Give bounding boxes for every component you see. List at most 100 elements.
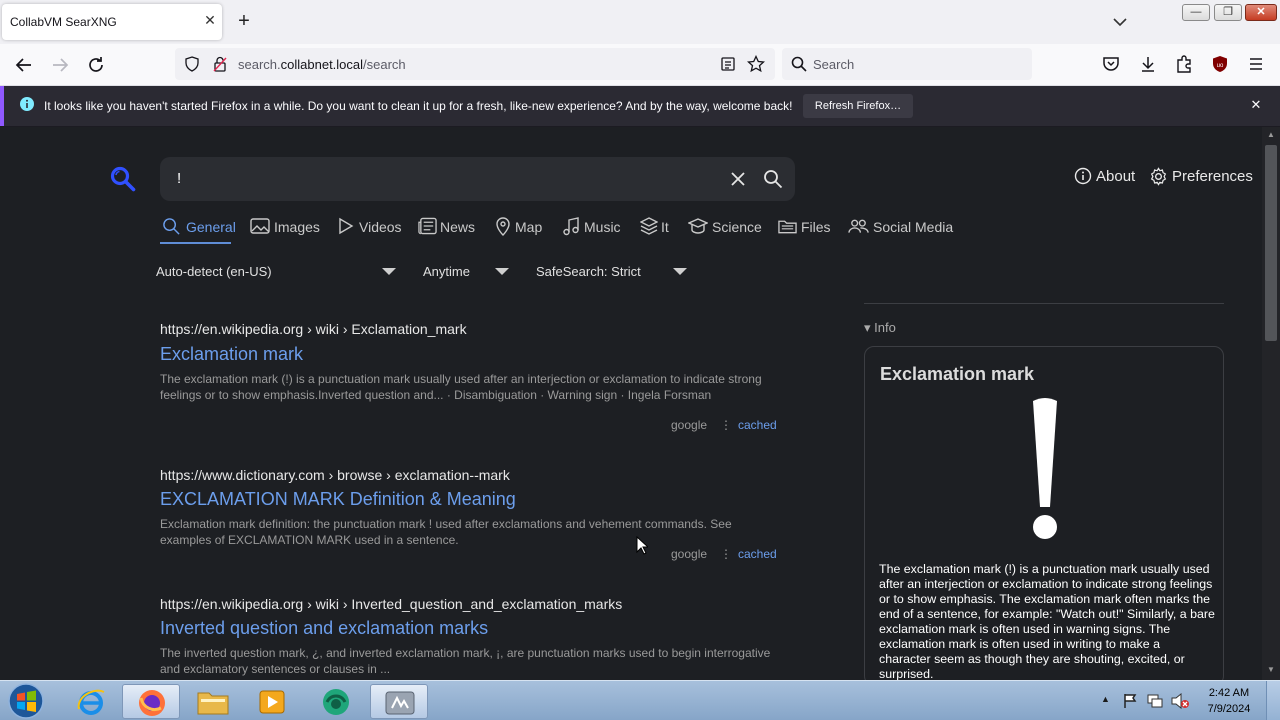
category-label: Music xyxy=(584,219,621,235)
refresh-firefox-button[interactable]: Refresh Firefox… xyxy=(803,94,913,118)
time-range-select[interactable]: Anytime xyxy=(423,264,470,279)
taskbar-app-equation[interactable] xyxy=(370,684,428,719)
pocket-icon[interactable] xyxy=(1102,55,1120,73)
result-url-path: › browse › exclamation--mark xyxy=(324,467,510,483)
cached-link[interactable]: cached xyxy=(738,547,777,561)
result-url[interactable]: https://en.wikipedia.org › wiki › Exclam… xyxy=(160,321,467,337)
query-input[interactable]: ! xyxy=(177,170,181,187)
tab-close-button[interactable]: ✕ xyxy=(200,10,220,30)
tab-title: CollabVM SearXNG xyxy=(10,15,117,29)
clear-query-icon[interactable] xyxy=(730,171,746,187)
ublock-origin-icon[interactable]: uo xyxy=(1211,55,1229,73)
bookmark-star-icon[interactable] xyxy=(747,55,765,73)
people-icon xyxy=(848,219,869,233)
search-icon xyxy=(791,56,807,72)
taskbar-app-green[interactable] xyxy=(308,684,366,719)
taskbar-internet-explorer[interactable] xyxy=(62,684,120,719)
reader-view-icon[interactable] xyxy=(720,56,736,72)
hamburger-menu-icon[interactable] xyxy=(1247,55,1265,73)
windows-start-orb-icon[interactable] xyxy=(6,682,46,720)
url-path: /search xyxy=(363,57,406,72)
firefox-icon xyxy=(139,690,165,716)
reload-icon xyxy=(89,57,103,72)
active-category-indicator xyxy=(160,242,231,244)
scroll-up-arrow-icon[interactable]: ▲ xyxy=(1267,130,1275,139)
chevron-down-icon[interactable] xyxy=(495,268,509,275)
tab-searxng[interactable]: CollabVM SearXNG ✕ xyxy=(2,4,222,40)
result-title-link[interactable]: EXCLAMATION MARK Definition & Meaning xyxy=(160,489,516,510)
about-label: About xyxy=(1096,168,1136,185)
graduation-cap-icon xyxy=(688,218,708,234)
cached-link[interactable]: cached xyxy=(738,418,777,432)
page-scrollbar[interactable]: ▲ ▼ xyxy=(1262,127,1280,680)
globe-app-icon xyxy=(323,689,349,715)
notification-bar: It looks like you haven't started Firefo… xyxy=(0,86,1280,126)
chevron-down-icon[interactable] xyxy=(382,268,396,275)
category-label: Files xyxy=(801,219,831,235)
url-bar[interactable]: search.collabnet.local/search xyxy=(175,48,775,80)
result-title-link[interactable]: Exclamation mark xyxy=(160,344,303,365)
chevron-down-icon[interactable] xyxy=(673,268,687,275)
chevron-down-icon xyxy=(1113,18,1127,27)
infobox: Exclamation mark The exclamation mark (!… xyxy=(864,346,1224,680)
browser-search-bar[interactable]: Search xyxy=(782,48,1032,80)
window-close-button[interactable]: ✕ xyxy=(1245,4,1277,21)
network-icon[interactable] xyxy=(1146,693,1164,709)
result-engine: google xyxy=(671,547,708,561)
exclamation-mark-image xyxy=(1033,398,1057,539)
reload-button[interactable] xyxy=(84,53,110,77)
infobox-title: Exclamation mark xyxy=(880,364,1035,384)
separator-dots-icon: ⋮ xyxy=(720,418,732,432)
scrollbar-thumb[interactable] xyxy=(1265,145,1277,341)
query-search-box[interactable]: ! xyxy=(160,157,795,201)
arrow-right-icon xyxy=(53,58,69,72)
result-url-host: https://www.dictionary.com xyxy=(160,467,325,483)
taskbar-media-player[interactable] xyxy=(244,684,302,719)
windows-taskbar: ▲ 2:42 AM 7/9/2024 xyxy=(0,680,1280,720)
taskbar-explorer[interactable] xyxy=(184,684,242,719)
music-note-icon xyxy=(563,217,579,236)
arrow-left-icon xyxy=(15,58,31,72)
searxng-logo-icon[interactable] xyxy=(110,166,136,192)
play-icon xyxy=(339,217,354,235)
show-desktop-button[interactable] xyxy=(1266,681,1280,720)
infobox-description: The exclamation mark (!) is a punctuatio… xyxy=(879,562,1215,680)
action-center-flag-icon[interactable] xyxy=(1122,693,1138,709)
system-clock[interactable]: 2:42 AM 7/9/2024 xyxy=(1200,685,1258,717)
category-label: Videos xyxy=(359,219,402,235)
forward-button[interactable] xyxy=(48,53,74,77)
new-tab-button[interactable]: + xyxy=(233,10,255,32)
list-all-tabs-button[interactable] xyxy=(1110,12,1130,32)
browser-search-placeholder: Search xyxy=(813,57,855,72)
back-button[interactable] xyxy=(12,53,38,77)
url-text[interactable]: search.collabnet.local/search xyxy=(238,57,406,72)
category-label: Map xyxy=(515,219,543,235)
category-label: Social Media xyxy=(873,219,954,235)
searxng-page: ! About Preferences General Images Video… xyxy=(0,127,1262,680)
taskbar-firefox[interactable] xyxy=(122,684,180,719)
result-url-host: https://en.wikipedia.org xyxy=(160,596,304,612)
folder-icon xyxy=(778,220,797,234)
info-circle-icon xyxy=(1074,167,1092,185)
clock-date: 7/9/2024 xyxy=(1207,703,1251,715)
window-minimize-button[interactable]: — xyxy=(1182,4,1210,21)
separator-dots-icon: ⋮ xyxy=(720,547,732,561)
volume-muted-icon[interactable] xyxy=(1171,693,1189,709)
submit-search-icon[interactable] xyxy=(763,169,783,189)
result-url[interactable]: https://www.dictionary.com › browse › ex… xyxy=(160,467,510,483)
result-snippet: Exclamation mark definition: the punctua… xyxy=(160,517,732,547)
safesearch-select[interactable]: SafeSearch: Strict xyxy=(536,264,641,279)
window-maximize-button[interactable]: ❐ xyxy=(1214,4,1242,21)
download-icon[interactable] xyxy=(1139,55,1157,73)
infobox-toggle[interactable]: ▾ Info xyxy=(864,320,896,336)
result-snippet: The inverted question mark, ¿, and inver… xyxy=(160,646,771,676)
result-title-link[interactable]: Inverted question and exclamation marks xyxy=(160,618,488,639)
language-select[interactable]: Auto-detect (en-US) xyxy=(156,264,272,279)
show-hidden-icons-icon[interactable]: ▲ xyxy=(1101,694,1110,704)
notification-close-button[interactable]: ✕ xyxy=(1248,97,1264,113)
result-url[interactable]: https://en.wikipedia.org › wiki › Invert… xyxy=(160,596,622,612)
extensions-puzzle-icon[interactable] xyxy=(1175,55,1193,73)
scroll-down-arrow-icon[interactable]: ▼ xyxy=(1267,665,1275,674)
url-scheme-prefix: search. xyxy=(238,57,281,72)
preferences-label: Preferences xyxy=(1172,168,1253,185)
